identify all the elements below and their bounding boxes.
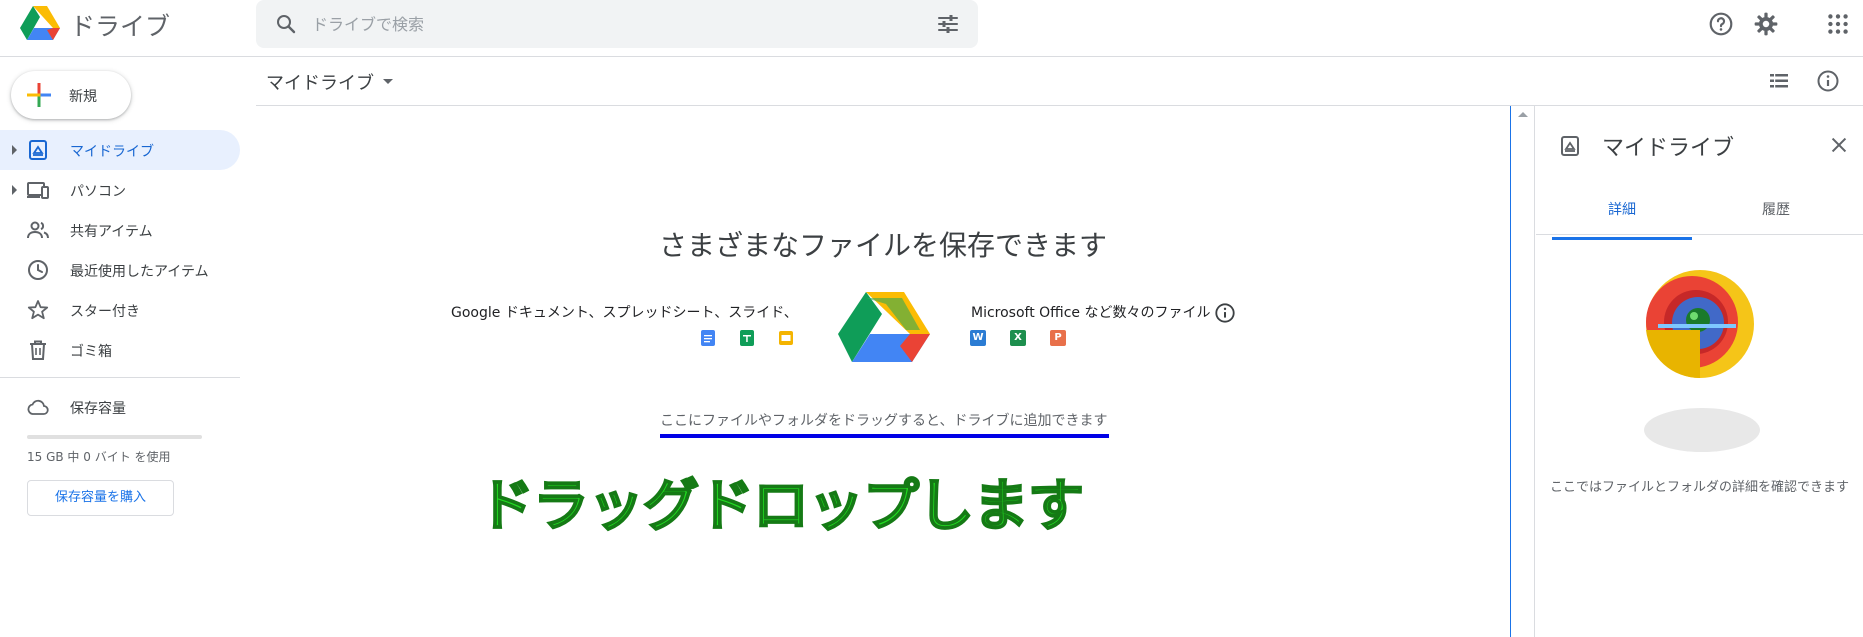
list-view-icon[interactable] [1767, 69, 1791, 93]
trash-icon [30, 340, 46, 360]
computer-icon [27, 182, 49, 199]
new-button[interactable]: 新規 [11, 71, 131, 119]
scrollbar[interactable] [1510, 106, 1535, 637]
sidebar-item-label: 共有アイテム [70, 224, 153, 240]
sheets-icon [740, 330, 754, 346]
cloud-icon [27, 399, 49, 415]
new-button-label: 新規 [69, 89, 97, 105]
empty-drive-area[interactable]: さまざまなファイルを保存できます Google ドキュメント、スプレッドシート、… [256, 106, 1510, 637]
star-icon [27, 300, 49, 320]
expand-arrow-icon[interactable] [12, 145, 17, 155]
breadcrumb[interactable]: マイドライブ [266, 69, 374, 95]
sidebar-item-label: パソコン [70, 184, 126, 200]
details-title: マイドライブ [1602, 136, 1735, 161]
illustration-shadow [1644, 408, 1760, 452]
scroll-up-arrow-icon[interactable] [1518, 112, 1528, 117]
people-icon [27, 221, 49, 239]
sidebar-item-label: ゴミ箱 [70, 344, 112, 360]
sidebar-item-label: マイドライブ [70, 144, 154, 160]
drive-logo-icon[interactable] [20, 6, 60, 42]
info-icon[interactable] [1816, 69, 1840, 93]
office-files-caption: Microsoft Office など数々のファイル [971, 305, 1211, 321]
sidebar-item-trash[interactable]: ゴミ箱 [0, 330, 240, 370]
main-header: マイドライブ [256, 57, 1863, 106]
annotation-text: ドラッグドロップします [477, 473, 1085, 540]
sidebar-item-my-drive[interactable]: マイドライブ [0, 130, 240, 170]
sidebar-item-label: スター付き [70, 304, 140, 320]
storage-progress-bar [27, 435, 202, 439]
sidebar-item-label: 保存容量 [70, 401, 126, 417]
top-bar: ドライブ [0, 0, 1863, 57]
breadcrumb-dropdown-icon[interactable] [383, 79, 393, 84]
sidebar-item-starred[interactable]: スター付き [0, 290, 240, 330]
details-panel: マイドライブ 詳細 履歴 ここではファイルとフォルダの詳細を確認できます [1536, 106, 1863, 637]
app-name[interactable]: ドライブ [70, 7, 170, 43]
details-divider [1536, 234, 1863, 235]
search-icon[interactable] [274, 12, 298, 36]
info-icon[interactable] [1214, 302, 1236, 324]
slides-icon [779, 331, 793, 345]
drive-emblem-icon [838, 292, 930, 362]
apps-grid-icon[interactable] [1825, 11, 1851, 37]
details-empty-message: ここではファイルとフォルダの詳細を確認できます [1550, 480, 1850, 495]
drive-sphere-illustration [1646, 270, 1754, 379]
help-icon[interactable] [1708, 11, 1734, 37]
drop-hint-text: ここにファイルやフォルダをドラッグすると、ドライブに追加できます [660, 413, 1108, 429]
expand-arrow-icon[interactable] [12, 185, 17, 195]
close-icon[interactable] [1828, 134, 1850, 156]
excel-icon: X [1010, 330, 1026, 346]
sidebar-divider [0, 377, 240, 378]
my-drive-icon [29, 140, 47, 160]
search-options-icon[interactable] [936, 12, 960, 36]
plus-icon [27, 83, 51, 107]
sidebar-item-label: 最近使用したアイテム [70, 264, 209, 280]
buy-storage-button[interactable]: 保存容量を購入 [27, 480, 174, 516]
sidebar-item-storage[interactable]: 保存容量 [0, 387, 240, 427]
empty-state-title: さまざまなファイルを保存できます [658, 229, 1107, 262]
powerpoint-icon: P [1050, 330, 1066, 346]
clock-icon [28, 260, 48, 280]
settings-gear-icon[interactable] [1753, 11, 1779, 37]
storage-usage-text: 15 GB 中 0 バイト を使用 [27, 450, 171, 464]
word-icon: W [970, 330, 986, 346]
sidebar: 新規 マイドライブ パソコン 共有アイテム 最近使用したアイテム スター付き ゴ… [0, 57, 256, 637]
sidebar-item-computers[interactable]: パソコン [0, 170, 240, 210]
sidebar-item-shared[interactable]: 共有アイテム [0, 210, 240, 250]
highlight-underline [660, 434, 1109, 438]
sidebar-item-recent[interactable]: 最近使用したアイテム [0, 250, 240, 290]
google-files-caption: Google ドキュメント、スプレッドシート、スライド、 [451, 305, 798, 321]
docs-icon [701, 330, 715, 346]
my-drive-icon [1561, 136, 1579, 156]
search-bar[interactable] [256, 0, 978, 48]
search-input[interactable] [312, 10, 872, 38]
